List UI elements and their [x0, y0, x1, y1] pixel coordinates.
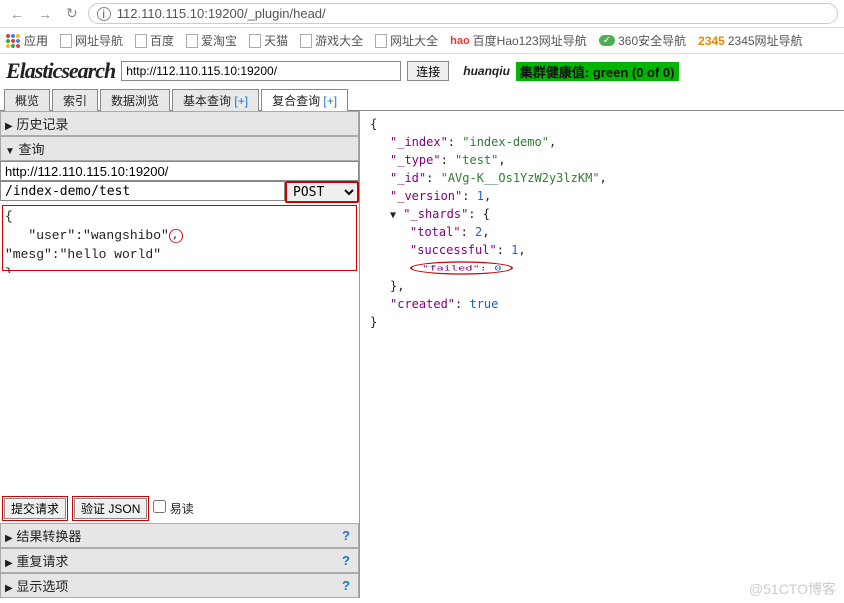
bookmark-item[interactable]: 23452345网址导航 [698, 32, 802, 49]
bookmark-item[interactable]: 网址大全 [375, 32, 438, 49]
bookmark-item[interactable]: 网址导航 [60, 32, 123, 49]
query-server-input[interactable] [0, 161, 359, 181]
response-panel: { "_index": "index-demo", "_type": "test… [360, 111, 844, 598]
triangle-down-icon: ▼ [5, 146, 15, 157]
page-icon [375, 34, 387, 48]
bookmark-item[interactable]: 百度 [135, 32, 174, 49]
cluster-name: huanqiu [463, 64, 510, 78]
tab-bar: 概览 索引 数据浏览 基本查询 [+] 复合查询 [+] [0, 88, 844, 111]
reload-icon[interactable]: ↻ [62, 5, 82, 22]
transformer-panel-header[interactable]: ▶ 结果转换器? [0, 523, 359, 548]
bookmark-item[interactable]: hao百度Hao123网址导航 [450, 32, 587, 49]
back-icon[interactable]: ← [6, 6, 28, 22]
bookmark-item[interactable]: ✓360安全导航 [599, 32, 686, 49]
submit-button[interactable]: 提交请求 [4, 498, 66, 519]
triangle-right-icon: ▶ [5, 558, 13, 569]
num-icon: 2345 [698, 34, 725, 48]
ellipse-annotation: "failed": 0 [410, 261, 513, 274]
request-body-textarea[interactable] [0, 273, 359, 491]
server-url-input[interactable] [121, 61, 401, 81]
tab-compound-query[interactable]: 复合查询 [+] [261, 89, 348, 111]
repeat-panel-header[interactable]: ▶ 重复请求? [0, 548, 359, 573]
bookmark-item[interactable]: 天猫 [249, 32, 288, 49]
triangle-right-icon: ▶ [5, 121, 13, 132]
tab-basic-query[interactable]: 基本查询 [+] [172, 89, 259, 111]
validate-json-button[interactable]: 验证 JSON [74, 498, 147, 519]
triangle-down-icon[interactable]: ▼ [390, 210, 396, 221]
help-icon[interactable]: ? [342, 553, 350, 568]
app-logo: Elasticsearch [6, 58, 115, 84]
bookmarks-bar: 应用 网址导航 百度 爱淘宝 天猫 游戏大全 网址大全 hao百度Hao123网… [0, 28, 844, 54]
page-icon [135, 34, 147, 48]
ellipse-annotation: , [169, 229, 183, 243]
help-icon[interactable]: ? [342, 528, 350, 543]
help-icon[interactable]: ? [342, 578, 350, 593]
cluster-health: 集群健康值: green (0 of 0) [516, 62, 679, 81]
tab-overview[interactable]: 概览 [4, 89, 50, 111]
page-icon [300, 34, 312, 48]
tab-indices[interactable]: 索引 [52, 89, 98, 111]
request-body-highlight: { "user":"wangshibo", "mesg":"hello worl… [2, 205, 357, 271]
query-path-input[interactable] [0, 181, 285, 201]
hao-icon: hao [450, 35, 470, 47]
info-icon[interactable]: i [97, 7, 111, 21]
watermark: @51CTO博客 [749, 579, 836, 599]
validate-highlight: 验证 JSON [72, 496, 149, 521]
bookmark-item[interactable]: 游戏大全 [300, 32, 363, 49]
shield-icon: ✓ [599, 35, 615, 46]
history-panel-header[interactable]: ▶ 历史记录 [0, 111, 359, 136]
pretty-checkbox-label[interactable]: 易读 [153, 500, 193, 517]
forward-icon[interactable]: → [34, 6, 56, 22]
page-icon [249, 34, 261, 48]
url-bar[interactable]: i 112.110.115.10:19200/_plugin/head/ [88, 3, 838, 24]
pretty-checkbox[interactable] [153, 500, 166, 513]
apps-grid-icon [6, 34, 20, 48]
submit-highlight: 提交请求 [2, 496, 68, 521]
url-text: 112.110.115.10:19200/_plugin/head/ [117, 6, 326, 21]
display-panel-header[interactable]: ▶ 显示选项? [0, 573, 359, 598]
apps-button[interactable]: 应用 [6, 32, 48, 49]
method-select-wrap: POST [285, 181, 359, 203]
method-select[interactable]: POST [287, 183, 357, 201]
triangle-right-icon: ▶ [5, 583, 13, 594]
page-icon [60, 34, 72, 48]
connect-button[interactable]: 连接 [407, 61, 449, 81]
triangle-right-icon: ▶ [5, 533, 13, 544]
tab-browser[interactable]: 数据浏览 [100, 89, 170, 111]
page-icon [186, 34, 198, 48]
bookmark-item[interactable]: 爱淘宝 [186, 32, 237, 49]
query-panel-header[interactable]: ▼ 查询 [0, 136, 359, 161]
